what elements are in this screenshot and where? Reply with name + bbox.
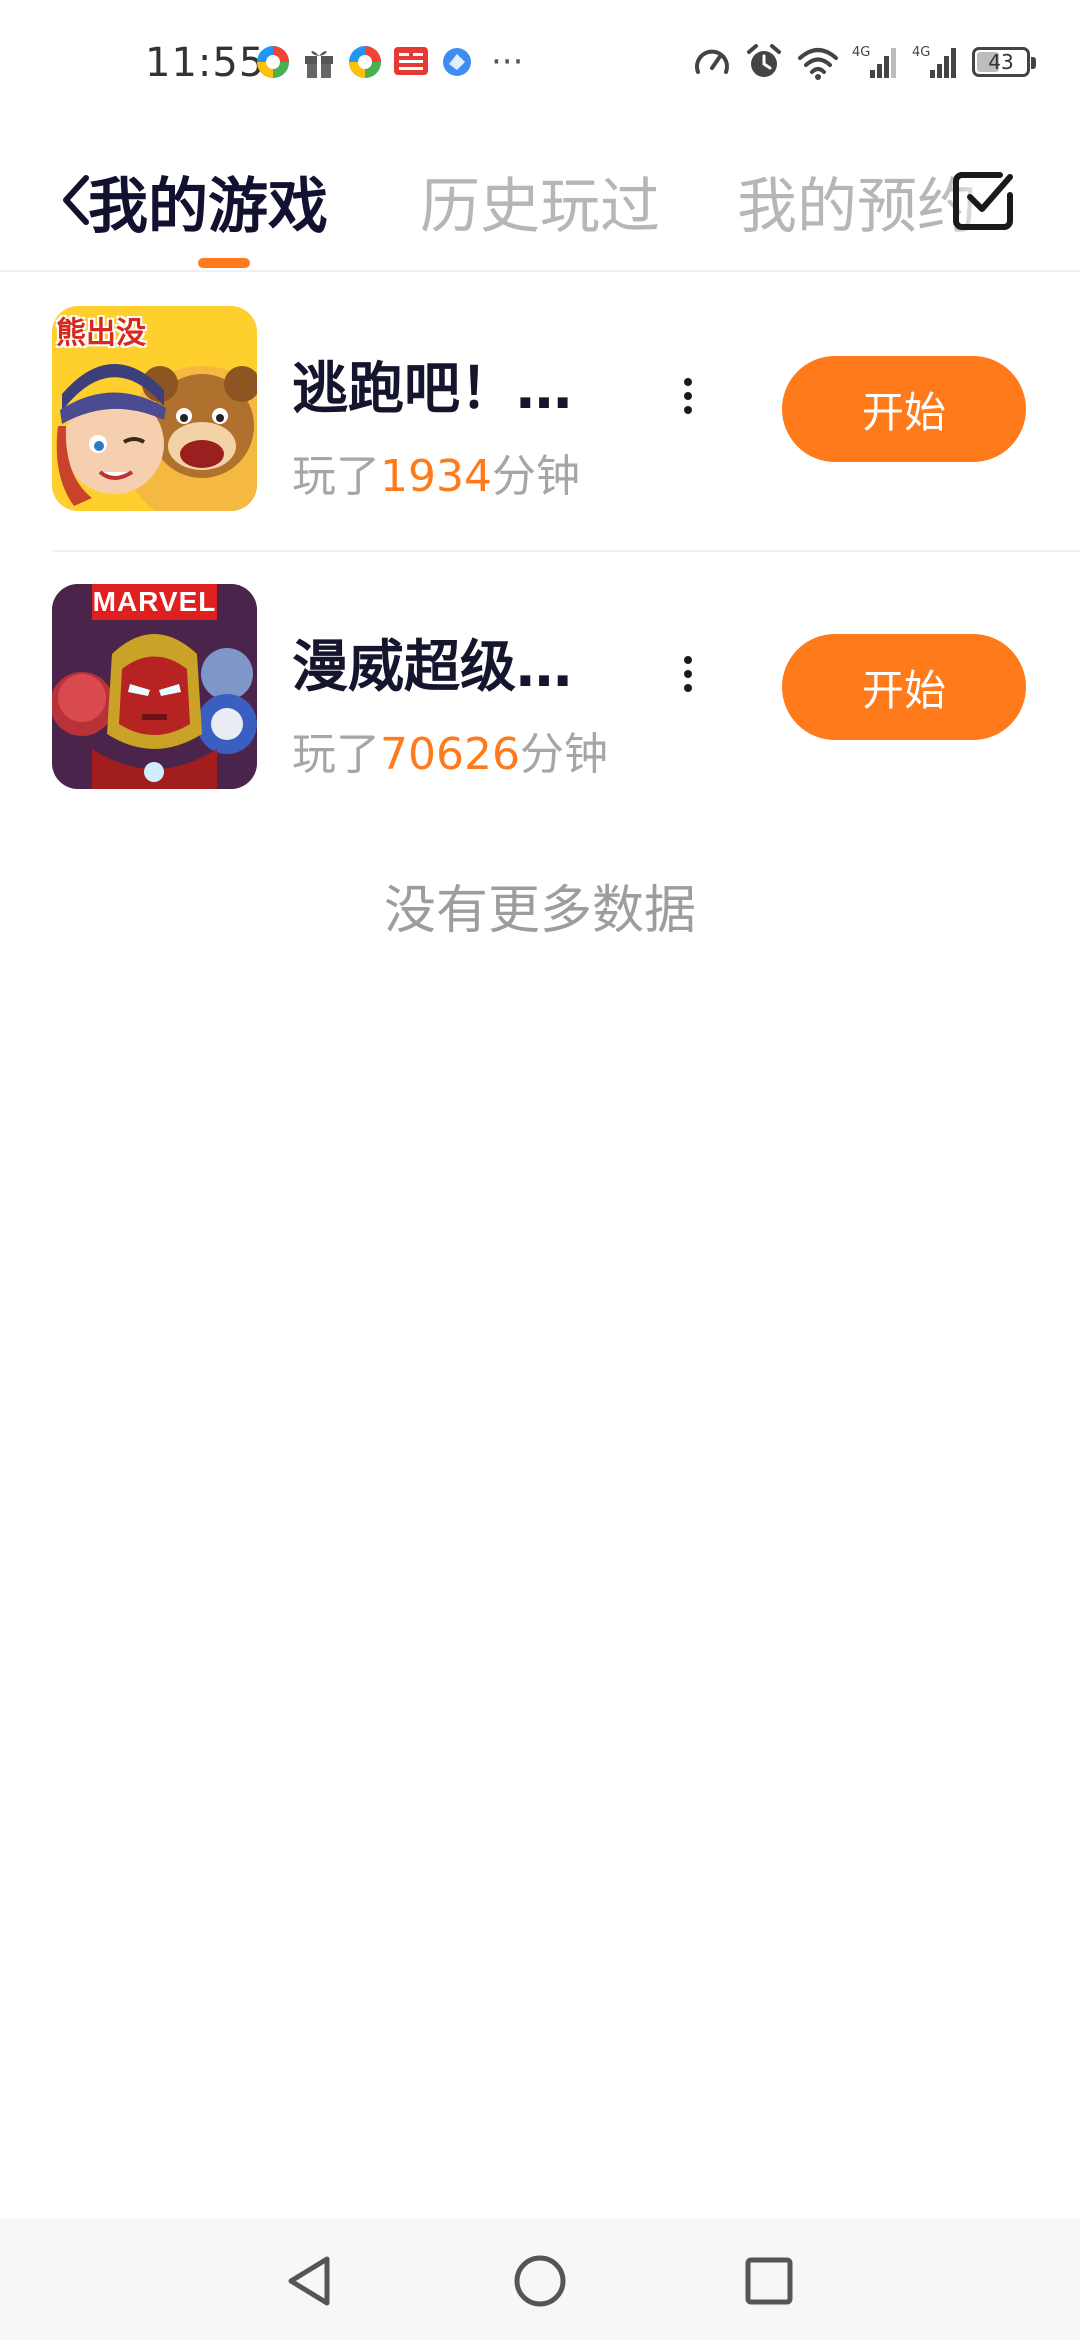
nav-home-button[interactable] [495, 2236, 585, 2326]
marvel-game-icon[interactable]: MARVEL [52, 584, 257, 789]
no-more-data-text: 没有更多数据 [383, 881, 696, 941]
system-nav-bar [0, 2218, 1080, 2340]
tab-header: 我的游戏 历史玩过 我的预约 [0, 140, 1080, 272]
game-name: 漫威超级… [292, 635, 572, 700]
signal-4g-icon: 4G [912, 42, 960, 82]
game-name: 逃跑吧！… [292, 357, 572, 422]
dot [684, 378, 692, 386]
game-row[interactable]: MARVEL 漫威超级… 玩了70626分钟 开始 [0, 550, 1080, 828]
alarm-icon [744, 42, 784, 82]
toutiao-icon [393, 44, 429, 80]
dot [684, 406, 692, 414]
signal-4g-icon: 4G [852, 42, 900, 82]
dot [684, 670, 692, 678]
recent-square-icon [745, 2257, 793, 2305]
game-icon-badge: 熊出没 [56, 316, 146, 351]
dot [684, 392, 692, 400]
colorful-app-icon [255, 44, 291, 80]
status-time: 11:55 [145, 40, 266, 86]
wifi-icon [796, 42, 840, 82]
start-game-button[interactable]: 开始 [782, 356, 1026, 462]
tab-my-games[interactable]: 我的游戏 [88, 158, 328, 245]
played-prefix: 玩了 [292, 729, 380, 780]
battery-icon: 43 [972, 42, 1036, 82]
played-suffix: 分钟 [519, 729, 608, 780]
dot [684, 656, 692, 664]
gift-icon [301, 44, 337, 80]
played-prefix: 玩了 [292, 451, 380, 502]
notification-icons: ··· [255, 44, 523, 80]
game-play-time: 玩了70626分钟 [292, 718, 608, 782]
nav-recent-button[interactable] [724, 2236, 814, 2326]
played-suffix: 分钟 [491, 451, 580, 502]
chevron-left-icon [63, 175, 89, 225]
svg-text:4G: 4G [912, 45, 930, 60]
active-tab-indicator [198, 258, 250, 268]
tab-history-played[interactable]: 历史玩过 [420, 158, 660, 245]
nav-back-button[interactable] [264, 2236, 354, 2326]
more-options-button[interactable] [668, 644, 708, 704]
game-icon-badge: MARVEL [92, 586, 217, 617]
system-icons: 4G 4G 43 [692, 42, 1036, 82]
game-play-time: 玩了1934分钟 [292, 440, 580, 504]
browser-icon [439, 44, 475, 80]
dot [684, 684, 692, 692]
game-list: 熊出没 逃跑吧！… 玩了1934分钟 开始 MARVEL 漫威超级… 玩了706… [0, 272, 1080, 828]
back-triangle-icon [288, 2256, 330, 2306]
played-minutes: 1934 [380, 451, 492, 502]
status-bar: 11:55 ··· 4G 4G 43 [0, 0, 1080, 140]
colorful-app-icon [347, 44, 383, 80]
game-row[interactable]: 熊出没 逃跑吧！… 玩了1934分钟 开始 [0, 272, 1080, 550]
start-game-button[interactable]: 开始 [782, 634, 1026, 740]
home-circle-icon [514, 2255, 566, 2307]
bear-game-icon[interactable]: 熊出没 [52, 306, 257, 511]
played-minutes: 70626 [380, 729, 520, 780]
more-notifications-indicator: ··· [491, 42, 524, 82]
battery-level: 43 [988, 50, 1014, 74]
checkbox-check-icon [953, 172, 1013, 230]
svg-text:4G: 4G [852, 45, 870, 60]
speed-icon [692, 42, 732, 82]
more-options-button[interactable] [668, 366, 708, 426]
manage-button[interactable] [941, 158, 1025, 242]
